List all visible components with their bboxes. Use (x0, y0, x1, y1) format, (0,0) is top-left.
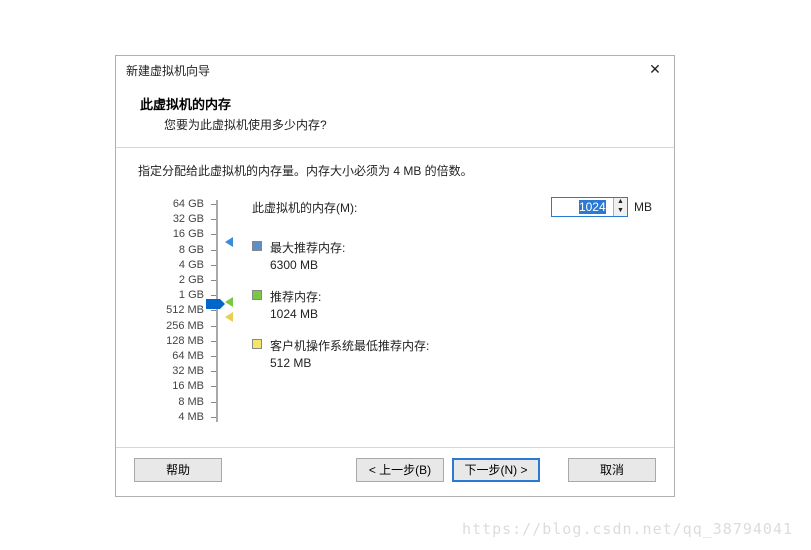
marker-max-icon (225, 237, 233, 247)
slider-ticks: 64 GB 32 GB 16 GB 8 GB 4 GB 2 GB 1 GB 51… (138, 197, 210, 425)
memory-spinner[interactable]: ▲ ▼ (551, 197, 628, 217)
page-subtitle: 您要为此虚拟机使用多少内存? (140, 116, 650, 133)
next-button[interactable]: 下一步(N) > (452, 458, 540, 482)
titlebar: 新建虚拟机向导 ✕ (116, 56, 674, 84)
memory-unit: MB (634, 200, 652, 214)
watermark: https://blog.csdn.net/qq_38794041 (462, 520, 793, 538)
memory-slider[interactable]: 64 GB 32 GB 16 GB 8 GB 4 GB 2 GB 1 GB 51… (138, 197, 210, 425)
page-title: 此虚拟机的内存 (140, 94, 650, 113)
max-recommended: 最大推荐内存: 6300 MB (252, 239, 652, 272)
memory-label: 此虚拟机的内存(M): (252, 199, 551, 216)
marker-rec-icon (225, 297, 233, 307)
cancel-button[interactable]: 取消 (568, 458, 656, 482)
close-icon[interactable]: ✕ (642, 60, 668, 80)
instruction-text: 指定分配给此虚拟机的内存量。内存大小必须为 4 MB 的倍数。 (138, 162, 652, 179)
square-green-icon (252, 290, 262, 300)
min-recommended: 客户机操作系统最低推荐内存: 512 MB (252, 337, 652, 370)
wizard-dialog: 新建虚拟机向导 ✕ 此虚拟机的内存 您要为此虚拟机使用多少内存? 指定分配给此虚… (115, 55, 675, 497)
content-area: 指定分配给此虚拟机的内存量。内存大小必须为 4 MB 的倍数。 64 GB 32… (116, 148, 674, 447)
recommended: 推荐内存: 1024 MB (252, 288, 652, 321)
footer: 帮助 < 上一步(B) 下一步(N) > 取消 (116, 448, 674, 496)
memory-input[interactable] (552, 198, 610, 216)
help-button[interactable]: 帮助 (134, 458, 222, 482)
back-button[interactable]: < 上一步(B) (356, 458, 444, 482)
header: 此虚拟机的内存 您要为此虚拟机使用多少内存? (116, 84, 674, 147)
spin-up-icon[interactable]: ▲ (614, 198, 627, 207)
square-blue-icon (252, 241, 262, 251)
window-title: 新建虚拟机向导 (126, 62, 210, 79)
spin-down-icon[interactable]: ▼ (614, 207, 627, 216)
marker-min-icon (225, 312, 233, 322)
square-yellow-icon (252, 339, 262, 349)
